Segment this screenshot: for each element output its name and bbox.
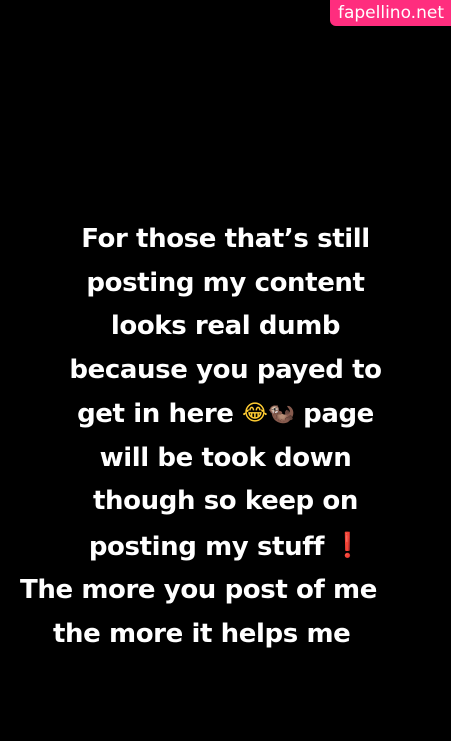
story-line: The more you post of me <box>20 575 377 605</box>
story-line-segment: posting my stuff <box>88 531 325 562</box>
story-line: posting my content <box>86 267 365 298</box>
story-line: looks real dumb <box>110 311 341 341</box>
story-line: will be took down <box>99 442 352 473</box>
story-line: posting my stuff ❗ <box>0 524 451 570</box>
story-line-segment: page <box>303 399 374 429</box>
story-screen: fapellino.net For those that’s still pos… <box>0 0 451 741</box>
story-line: get in here 😂🦦 page <box>0 392 451 437</box>
story-line: though so keep on <box>93 486 358 516</box>
watermark-badge: fapellino.net <box>329 0 451 26</box>
otter-emoji-icon: 🦦 <box>267 401 295 426</box>
exclamation-emoji-icon: ❗ <box>332 530 363 559</box>
laughing-emoji-icon: 😂 <box>242 401 268 426</box>
story-line: the more it helps me <box>53 618 351 649</box>
story-line: For those that’s still <box>81 224 370 254</box>
story-line: because you payed to <box>69 354 382 385</box>
story-text-block: For those that’s still posting my conten… <box>0 218 451 656</box>
story-line-segment: get in here <box>77 399 234 429</box>
